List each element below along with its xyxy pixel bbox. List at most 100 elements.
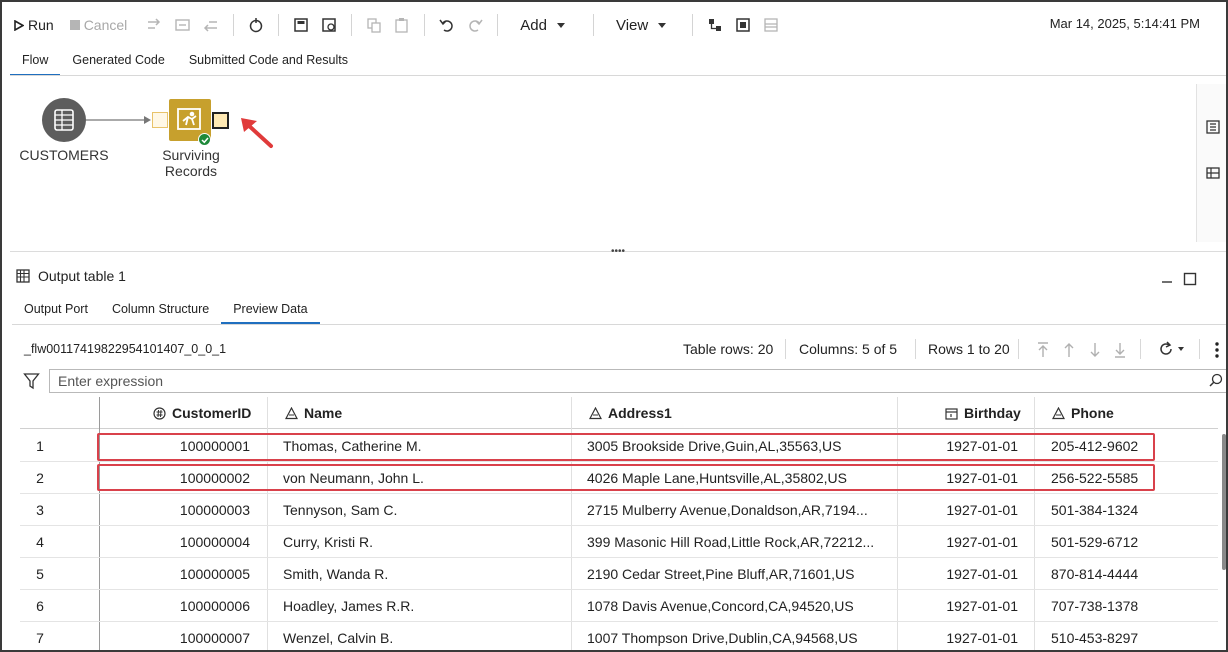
table-icon — [16, 269, 30, 283]
table-row[interactable]: 3 100000003 Tennyson, Sam C. 2715 Mulberry … — [20, 494, 1218, 526]
table-row[interactable]: 6 100000006 Hoadley, James R.R. 1078 Davis … — [20, 590, 1218, 622]
row-number-cell: 4 — [36, 534, 44, 550]
table-row[interactable]: 7 100000007 Wenzel, Calvin B. 1007 Thompson… — [20, 622, 1218, 650]
numeric-column-icon — [153, 406, 166, 420]
tab-column-structure[interactable]: Column Structure — [100, 298, 221, 324]
details-panel-icon[interactable] — [1206, 120, 1220, 134]
output-pane-title: Output table 1 — [16, 268, 126, 284]
table-row[interactable]: 4 100000004 Curry, Kristi R. 399 Masonic Hi… — [20, 526, 1218, 558]
output-tabs: Output Port Column Structure Preview Dat… — [12, 298, 320, 324]
row-number-cell: 2 — [36, 470, 44, 486]
separator — [1199, 339, 1200, 359]
phone-cell: 707-738-1378 — [1051, 598, 1139, 614]
more-options-icon[interactable] — [1214, 341, 1220, 359]
separator — [915, 339, 916, 359]
customerid-cell: 100000004 — [179, 534, 250, 550]
header-label: CustomerID — [172, 405, 252, 421]
phone-cell: 501-529-6712 — [1051, 534, 1139, 550]
surviving-records-label-line2: Records — [164, 163, 218, 179]
grid-scrollbar[interactable] — [1222, 434, 1226, 570]
input-port[interactable] — [152, 112, 168, 128]
surviving-records-icon — [177, 108, 201, 130]
separator — [1018, 339, 1019, 359]
output-port[interactable] — [212, 112, 229, 129]
table-row[interactable]: 5 100000005 Smith, Wanda R. 2190 Cedar Stre… — [20, 558, 1218, 590]
name-cell: Wenzel, Calvin B. — [283, 630, 394, 646]
character-column-icon — [589, 406, 602, 419]
customerid-cell: 100000006 — [179, 598, 250, 614]
row-number-cell: 6 — [36, 598, 44, 614]
maximize-icon[interactable] — [1183, 272, 1197, 286]
search-icon[interactable] — [1209, 373, 1223, 387]
highlight-box — [97, 464, 1155, 491]
address1-cell: 2715 Mulberry Avenue,Donaldson,AR,7194..… — [587, 502, 868, 518]
birthday-cell: 1927-01-01 — [946, 598, 1018, 614]
last-page-icon[interactable] — [1113, 342, 1127, 358]
customerid-cell: 100000007 — [179, 630, 250, 646]
header-label: Phone — [1071, 405, 1114, 421]
address1-cell: 2190 Cedar Street,Pine Bluff,AR,71601,US — [587, 566, 855, 582]
grid-header-row: CustomerID Name Address1 Birthday Phone — [20, 397, 1218, 429]
phone-cell: 501-384-1324 — [1051, 502, 1139, 518]
customers-table-node[interactable] — [42, 98, 86, 142]
address1-cell: 399 Masonic Hill Road,Little Rock,AR,722… — [587, 534, 875, 550]
table-icon — [54, 109, 74, 131]
next-page-icon[interactable] — [1088, 342, 1102, 358]
character-column-icon — [1052, 406, 1065, 419]
birthday-cell: 1927-01-01 — [946, 630, 1018, 646]
birthday-cell: 1927-01-01 — [946, 566, 1018, 582]
first-page-icon[interactable] — [1036, 342, 1050, 358]
character-column-icon — [285, 406, 298, 419]
properties-rail — [1196, 84, 1226, 242]
node-options-icon[interactable] — [1206, 166, 1220, 180]
header-label: Name — [304, 405, 343, 421]
address1-cell: 1078 Davis Avenue,Concord,CA,94520,US — [587, 598, 854, 614]
output-table-title: Output table 1 — [38, 268, 126, 284]
name-cell: Tennyson, Sam C. — [283, 502, 398, 518]
row-number-cell: 3 — [36, 502, 44, 518]
columns-count: Columns: 5 of 5 — [799, 341, 898, 357]
header-name[interactable]: Name — [285, 397, 565, 429]
previous-page-icon[interactable] — [1062, 342, 1076, 358]
filter-icon[interactable] — [23, 372, 41, 390]
minimize-icon[interactable] — [1160, 272, 1174, 286]
birthday-cell: 1927-01-01 — [946, 534, 1018, 550]
output-table-name: _flw00117419822954101407_0_0_1 — [24, 342, 227, 356]
header-birthday[interactable]: Birthday — [945, 397, 1055, 429]
rows-range: Rows 1 to 20 — [928, 341, 1010, 357]
name-cell: Hoadley, James R.R. — [283, 598, 415, 614]
customerid-cell: 100000005 — [179, 566, 250, 582]
header-address1[interactable]: Address1 — [589, 397, 889, 429]
address1-cell: 1007 Thompson Drive,Dublin,CA,94568,US — [587, 630, 858, 646]
customerid-cell: 100000003 — [179, 502, 250, 518]
tab-preview-data[interactable]: Preview Data — [221, 298, 320, 324]
separator — [1140, 339, 1141, 359]
customers-node-label: CUSTOMERS — [19, 147, 109, 163]
tab-output-port[interactable]: Output Port — [12, 298, 100, 324]
chevron-down-icon — [1178, 347, 1184, 351]
birthday-cell: 1927-01-01 — [946, 502, 1018, 518]
header-phone[interactable]: Phone — [1052, 397, 1192, 429]
annotation-arrow-icon — [241, 118, 273, 148]
sub-tabs-divider — [12, 324, 1226, 325]
highlight-box — [97, 433, 1155, 461]
phone-cell: 870-814-4444 — [1051, 566, 1139, 582]
separator — [785, 339, 786, 359]
app-window: Run Cancel Add View Mar 14, 2025, 5:14:4… — [0, 0, 1228, 652]
header-label: Address1 — [608, 405, 672, 421]
refresh-icon — [1160, 341, 1172, 355]
surviving-records-label-line1: Surviving — [162, 147, 220, 163]
name-cell: Curry, Kristi R. — [283, 534, 373, 550]
expression-input[interactable] — [49, 369, 1226, 393]
phone-cell: 510-453-8297 — [1051, 630, 1139, 646]
table-rows-count: Table rows: 20 — [683, 341, 774, 357]
surviving-records-label: Surviving Records — [146, 147, 236, 179]
splitter-handle-icon[interactable]: •••• — [611, 246, 625, 257]
refresh-dropdown[interactable] — [1158, 341, 1184, 357]
row-number-cell: 7 — [36, 630, 44, 646]
success-check-icon — [198, 133, 211, 146]
date-column-icon — [945, 407, 958, 420]
header-customerid[interactable]: CustomerID — [153, 397, 293, 429]
row-number-cell: 5 — [36, 566, 44, 582]
name-cell: Smith, Wanda R. — [283, 566, 389, 582]
